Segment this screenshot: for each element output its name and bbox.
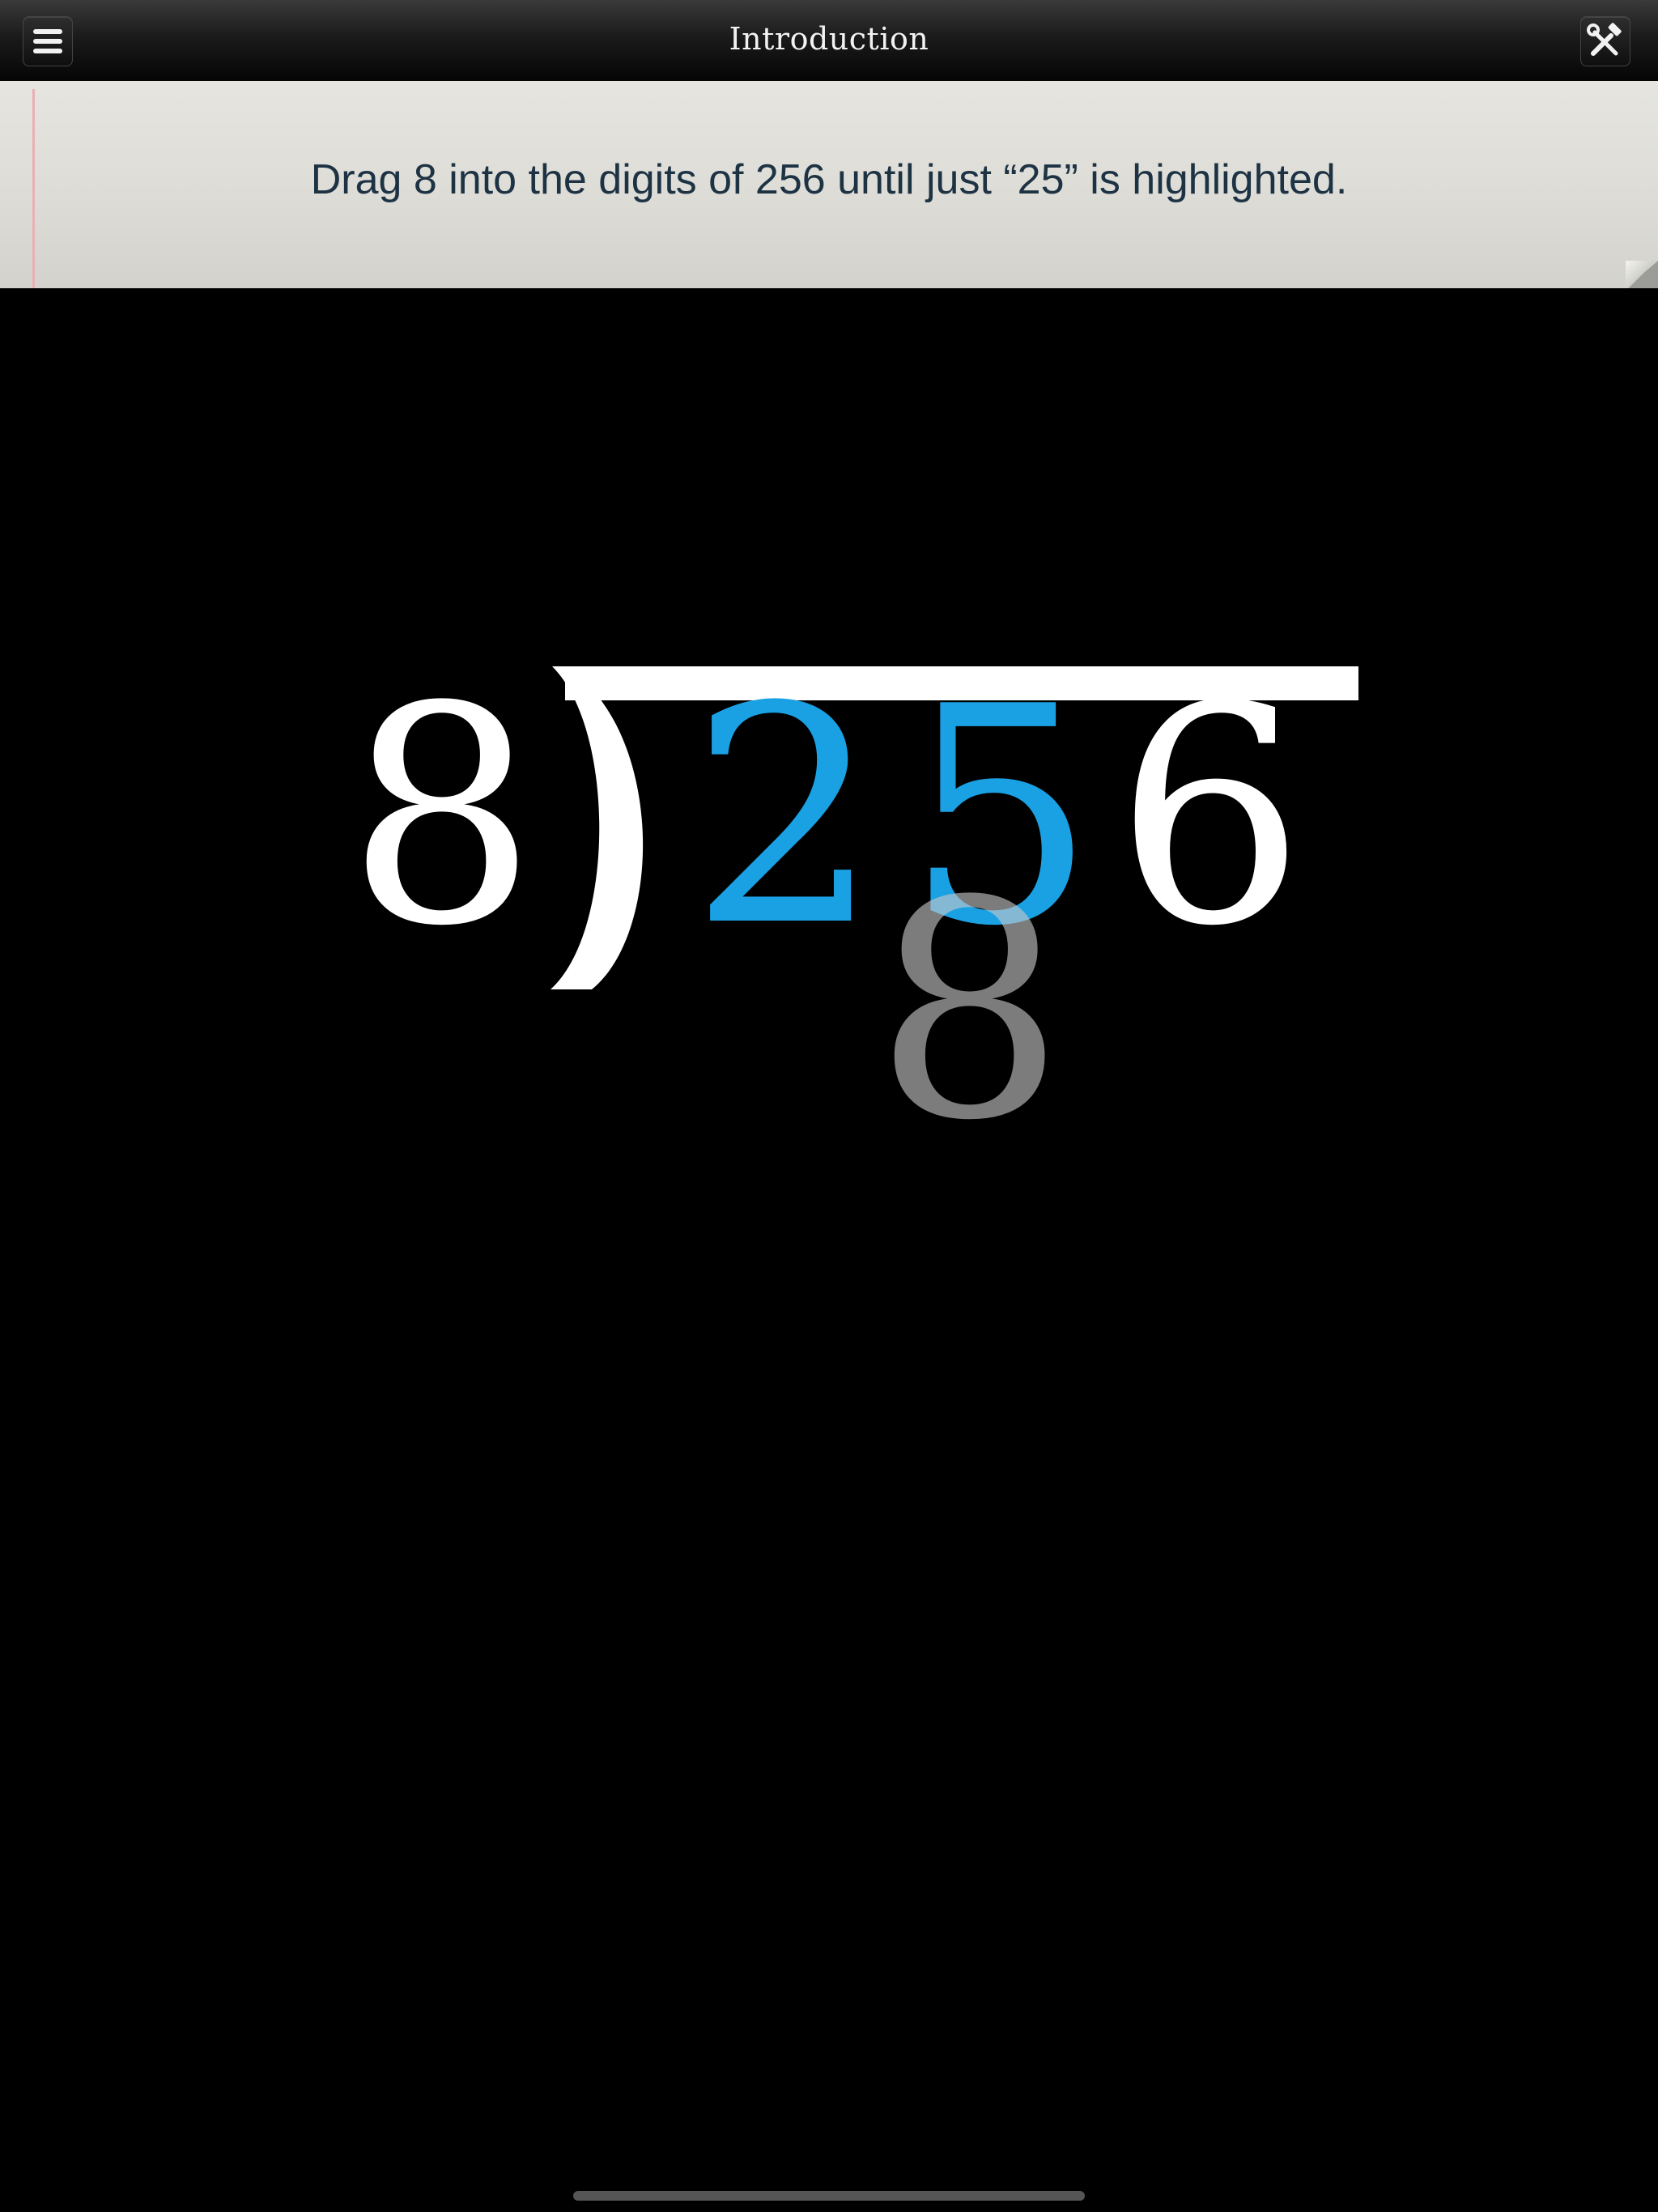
long-division-workspace: 8 2 5 6 8 [0,0,1658,2212]
draggable-divisor-digit[interactable]: 8 [874,862,1065,1162]
app-screen: Introduction Drag 8 into the digits of 2… [0,0,1658,2212]
dividend-digit: 6 [1115,644,1306,992]
home-indicator[interactable] [573,2191,1085,2201]
divisor-digit: 8 [346,644,538,992]
division-bracket [551,666,1358,989]
dividend-digit-highlighted: 2 [690,644,881,992]
